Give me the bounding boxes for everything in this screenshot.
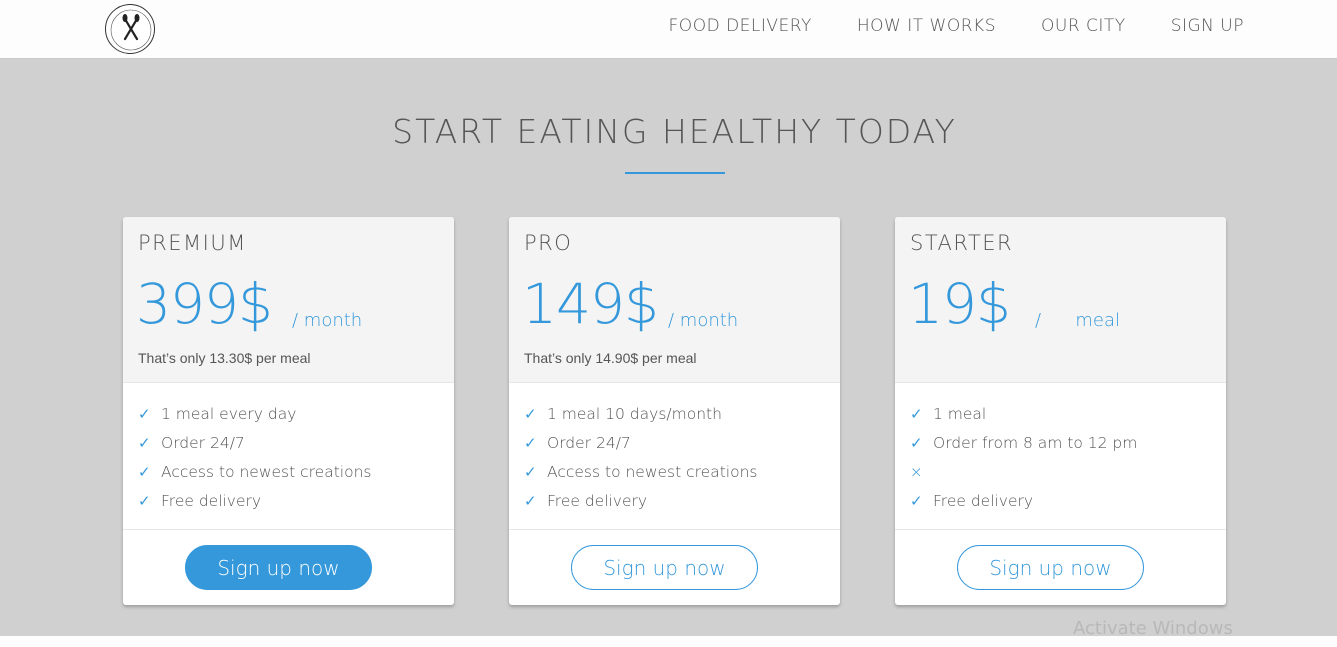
cross-icon: ×	[910, 462, 923, 481]
feature-item: ✓ Free delivery	[138, 486, 371, 515]
feature-text: Free delivery	[933, 491, 1034, 510]
navbar: FOOD DELIVERY HOW IT WORKS OUR CITY SIGN…	[0, 0, 1337, 59]
plan-period: / month	[668, 310, 739, 331]
plan-meal-note: That’s only 13.30$ per meal	[138, 350, 311, 366]
feature-item: ✓ Access to newest creations	[138, 457, 371, 486]
title-underline	[625, 172, 725, 174]
feature-text: Free delivery	[161, 491, 262, 510]
feature-text: Order 24/7	[161, 433, 245, 452]
check-icon: ✓	[138, 404, 151, 423]
sign-up-button-premium[interactable]: Sign up now	[185, 545, 372, 590]
check-icon: ✓	[910, 404, 923, 423]
check-icon: ✓	[524, 404, 537, 423]
feature-item: ✓ Order 24/7	[138, 428, 371, 457]
check-icon: ✓	[138, 462, 151, 481]
feature-item: ×	[910, 457, 1137, 486]
nav-how-it-works[interactable]: HOW IT WORKS	[857, 16, 996, 36]
feature-text: 1 meal 10 days/month	[547, 404, 722, 423]
plan-card-pro: PRO 149$ / month That’s only 14.90$ per …	[509, 217, 840, 605]
feature-item: ✓ Free delivery	[910, 486, 1137, 515]
plan-card-starter: STARTER 19$ / meal ✓ 1 meal ✓ Order from 8…	[895, 217, 1226, 605]
feature-list: ✓ 1 meal 10 days/month ✓ Order 24/7 ✓ Acces…	[524, 399, 757, 515]
feature-text: 1 meal every day	[161, 404, 297, 423]
plan-price: 149$	[522, 272, 659, 336]
nav-sign-up[interactable]: SIGN UP	[1171, 16, 1244, 36]
plan-period: / meal	[1035, 310, 1121, 331]
plan-divider	[895, 529, 1226, 530]
feature-text: Access to newest creations	[547, 462, 758, 481]
plan-price: 19$	[908, 272, 1011, 336]
main-nav: FOOD DELIVERY HOW IT WORKS OUR CITY SIGN…	[669, 0, 1244, 52]
plan-meal-note: That’s only 14.90$ per meal	[524, 350, 697, 366]
nav-food-delivery[interactable]: FOOD DELIVERY	[669, 16, 812, 36]
feature-list: ✓ 1 meal every day ✓ Order 24/7 ✓ Access to…	[138, 399, 371, 515]
section-title: START EATING HEALTHY TODAY	[392, 112, 957, 151]
feature-list: ✓ 1 meal ✓ Order from 8 am to 12 pm × ✓ Fre…	[910, 399, 1137, 515]
feature-item: ✓ Access to newest creations	[524, 457, 757, 486]
check-icon: ✓	[524, 491, 537, 510]
feature-item: ✓ 1 meal	[910, 399, 1137, 428]
check-icon: ✓	[138, 491, 151, 510]
check-icon: ✓	[524, 433, 537, 452]
feature-item: ✓ Order 24/7	[524, 428, 757, 457]
activate-windows-watermark: Activate Windows	[1073, 618, 1233, 639]
feature-text: Order 24/7	[547, 433, 631, 452]
check-icon: ✓	[910, 491, 923, 510]
plan-name: PRO	[524, 231, 573, 255]
plan-name: PREMIUM	[138, 231, 247, 255]
check-icon: ✓	[524, 462, 537, 481]
fork-knife-icon	[110, 9, 152, 51]
sign-up-button-pro[interactable]: Sign up now	[571, 545, 758, 590]
feature-item: ✓ 1 meal every day	[138, 399, 371, 428]
plan-divider	[123, 529, 454, 530]
nav-our-city[interactable]: OUR CITY	[1041, 16, 1126, 36]
sign-up-button-starter[interactable]: Sign up now	[957, 545, 1144, 590]
feature-text: Access to newest creations	[161, 462, 372, 481]
feature-item: ✓ 1 meal 10 days/month	[524, 399, 757, 428]
plan-period: / month	[292, 310, 363, 331]
feature-text: 1 meal	[933, 404, 987, 423]
feature-text: Order from 8 am to 12 pm	[933, 433, 1138, 452]
plan-name: STARTER	[910, 231, 1014, 255]
plan-card-premium: PREMIUM 399$ / month That’s only 13.30$ …	[123, 217, 454, 605]
logo[interactable]	[105, 4, 155, 54]
plan-divider	[509, 529, 840, 530]
check-icon: ✓	[138, 433, 151, 452]
plan-price: 399$	[136, 272, 273, 336]
check-icon: ✓	[910, 433, 923, 452]
feature-text: Free delivery	[547, 491, 648, 510]
feature-item: ✓ Order from 8 am to 12 pm	[910, 428, 1137, 457]
feature-item: ✓ Free delivery	[524, 486, 757, 515]
